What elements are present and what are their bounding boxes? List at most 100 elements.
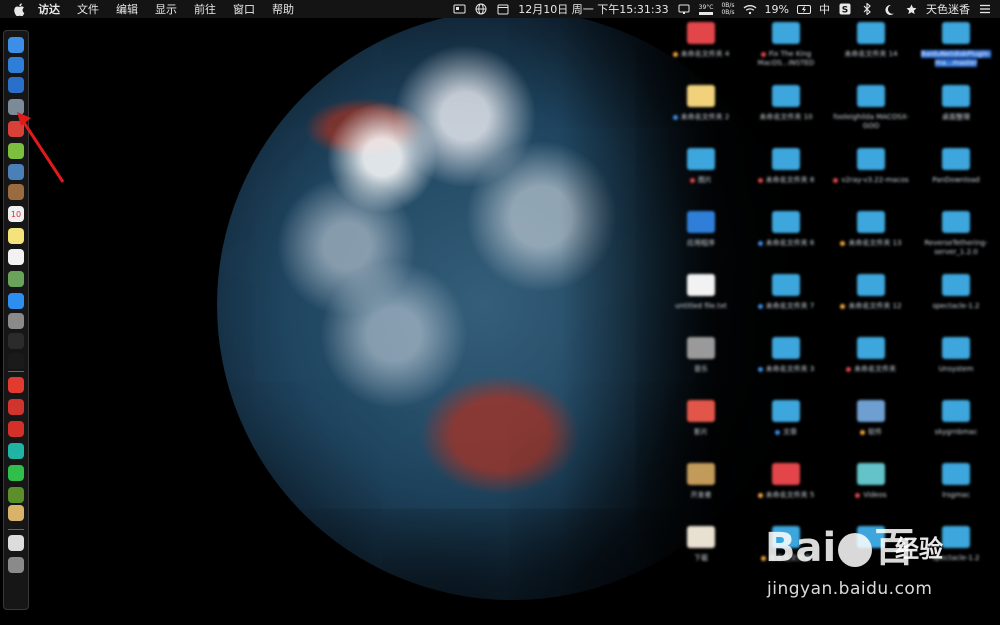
star-icon[interactable] [904, 2, 918, 16]
desktop-file-icon[interactable]: 未命名文件夹 5 [745, 463, 827, 521]
activity-monitor-icon[interactable] [8, 333, 24, 349]
desktop-file-icon[interactable]: 未命名文件夹 7 [745, 274, 827, 332]
folder-icon [772, 463, 800, 485]
desktop-file-icon[interactable]: 音乐 [660, 337, 742, 395]
folder-icon [942, 274, 970, 296]
bluetooth-icon[interactable] [860, 2, 874, 16]
system-preferences-icon[interactable] [8, 313, 24, 329]
desktop-file-icon[interactable]: spectacle-1.2 [915, 274, 997, 332]
safari-alt-icon[interactable] [8, 77, 24, 93]
desktop-file-icon[interactable]: ReverseTethering-server_1.2.0 [915, 211, 997, 269]
desktop-file-icon[interactable]: 未命名文件夹 8 [745, 148, 827, 206]
desktop-file-icon[interactable]: 未命名文件夹 4 [660, 22, 742, 80]
calendar-icon[interactable]: 10 [8, 206, 24, 222]
desktop-file-icon[interactable]: Videos [830, 463, 912, 521]
menu-view[interactable]: 显示 [155, 1, 177, 17]
desktop-file-icon[interactable]: 未命名文件夹 13 [830, 211, 912, 269]
desktop-file-name: 未命名文件夹 12 [848, 302, 902, 310]
do-not-disturb-icon[interactable] [882, 2, 896, 16]
color-tag-icon [757, 366, 763, 372]
folder-icon [772, 148, 800, 170]
menu-window[interactable]: 窗口 [233, 1, 255, 17]
safari-icon[interactable] [8, 57, 24, 73]
desktop-file-icon[interactable]: 未命名文件夹 6 [745, 211, 827, 269]
archive-icon[interactable] [8, 505, 24, 521]
desktop-file-name: 未命名文件夹 4 [680, 50, 730, 58]
battery-percent[interactable]: 19% [765, 3, 789, 16]
desktop-file-icon[interactable]: BaiduNetdiskPlugin-ma...master [915, 22, 997, 80]
dock-separator [8, 529, 24, 530]
yandex-icon[interactable] [8, 377, 24, 393]
desktop-file-icon[interactable]: 文章 [745, 400, 827, 458]
network-speed-widget[interactable]: 0B/s 0B/s [721, 2, 734, 16]
menu-edit[interactable]: 编辑 [116, 1, 138, 17]
desktop-file-icon[interactable]: 影片 [660, 400, 742, 458]
desktop-file-label: 未命名文件夹 14 [830, 50, 912, 59]
maps-icon[interactable] [8, 271, 24, 287]
netease-music-icon[interactable] [8, 421, 24, 437]
clock-datetime[interactable]: 12月10日 周一 下午15:31:33 [518, 1, 668, 17]
desktop-file-icon[interactable]: 未命名文件夹 14 [830, 22, 912, 80]
desktop-file-icon[interactable]: 应用程序 [660, 211, 742, 269]
display-icon[interactable] [677, 2, 691, 16]
desktop-file-icon[interactable]: 软件 [830, 400, 912, 458]
input-method-indicator[interactable]: 中 [819, 1, 830, 17]
battery-icon[interactable] [797, 2, 811, 16]
desktop-file-icon[interactable]: lrsgmac [915, 463, 997, 521]
desktop-file-icon[interactable]: untitled file.txt [660, 274, 742, 332]
menu-app-name[interactable]: 访达 [38, 1, 60, 17]
desktop-file-icon[interactable]: 开发者 [660, 463, 742, 521]
desktop-file-icon[interactable]: 桌面整理 [915, 85, 997, 143]
apple-menu-icon[interactable] [12, 2, 26, 16]
desktop-file-icon[interactable]: skygrnbmac [915, 400, 997, 458]
app-teal-icon[interactable] [8, 443, 24, 459]
reminders-icon[interactable] [8, 249, 24, 265]
baidu-logo-text: Bai [765, 525, 837, 571]
finder-icon[interactable] [8, 37, 24, 53]
wifi-icon[interactable] [743, 2, 757, 16]
desktop-file-icon[interactable]: v2ray-v3.22-macos [830, 148, 912, 206]
vivaldi-icon[interactable] [8, 399, 24, 415]
desktop-file-name: Fix The King MacOS...INSTED [757, 50, 815, 67]
color-tag-icon [855, 492, 861, 498]
notification-icon[interactable] [452, 2, 466, 16]
desktop-file-icon[interactable]: 未命名文件夹 [830, 337, 912, 395]
desktop-file-name: lrsgmac [942, 491, 970, 499]
desktop-file-icon[interactable]: 图片 [660, 148, 742, 206]
terminal-icon[interactable] [8, 353, 24, 369]
app-store-icon[interactable] [8, 293, 24, 309]
desktop-file-name: Unsystem [938, 365, 974, 373]
globe-icon[interactable] [474, 2, 488, 16]
desktop-file-icon[interactable]: 未命名文件夹 10 [745, 85, 827, 143]
trash-icon[interactable] [8, 557, 24, 573]
desktop-file-icon[interactable]: 下载 [660, 526, 742, 584]
desktop-file-icon[interactable]: 未命名文件夹 2 [660, 85, 742, 143]
folder-icon [687, 22, 715, 44]
user-name[interactable]: 天色迷香 [926, 1, 970, 17]
menu-help[interactable]: 帮助 [272, 1, 294, 17]
folder-icon [772, 337, 800, 359]
folder-icon [687, 400, 715, 422]
desktop-file-name: ReverseTethering-server_1.2.0 [924, 239, 988, 256]
desktop-file-name: 文章 [783, 428, 797, 436]
desktop-file-icon[interactable]: fooleighilda MACOSX-GOO [830, 85, 912, 143]
desktop-file-icon[interactable]: 未命名文件夹 3 [745, 337, 827, 395]
desktop-file-icon[interactable]: 未命名文件夹 12 [830, 274, 912, 332]
baidu-logo: Bai 百 [765, 515, 914, 573]
desktop-file-icon[interactable]: Fix The King MacOS...INSTED [745, 22, 827, 80]
folder-icon [942, 337, 970, 359]
document-icon[interactable] [8, 535, 24, 551]
menu-list-icon[interactable] [978, 2, 992, 16]
menu-file[interactable]: 文件 [77, 1, 99, 17]
menu-go[interactable]: 前往 [194, 1, 216, 17]
desktop-file-label: Unsystem [915, 365, 997, 374]
watermark-cn-text: 经验 [895, 535, 943, 563]
spotlight-s-icon[interactable]: S [838, 2, 852, 16]
desktop-file-icon[interactable]: PanDownload [915, 148, 997, 206]
notes-icon[interactable] [8, 228, 24, 244]
wechat-icon[interactable] [8, 465, 24, 481]
nvidia-icon[interactable] [8, 487, 24, 503]
temperature-widget[interactable]: 39°C [698, 4, 713, 15]
desktop-file-icon[interactable]: Unsystem [915, 337, 997, 395]
calendar-icon[interactable] [496, 2, 510, 16]
